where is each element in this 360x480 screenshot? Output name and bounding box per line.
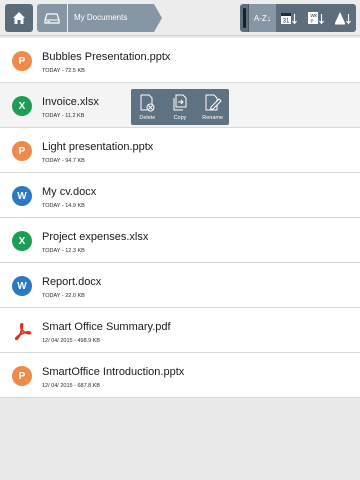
word-file-icon: W <box>12 276 32 296</box>
sort-size-icon <box>334 12 351 25</box>
excel-file-icon: X <box>12 96 32 116</box>
sort-bar: A-Z↓ 31 W X P <box>240 4 356 32</box>
home-icon <box>13 12 25 24</box>
sort-type-icon: W X P <box>307 12 324 25</box>
file-meta: 12/ 04/ 2015 - 498.9 KB <box>42 338 101 344</box>
breadcrumb-folder-label: My Documents <box>74 13 128 22</box>
file-row[interactable]: X Project expenses.xlsx TODAY - 12.3 KB <box>0 218 360 263</box>
file-row[interactable]: W My cv.docx TODAY - 14.9 KB <box>0 173 360 218</box>
file-row[interactable]: Smart Office Summary.pdf 12/ 04/ 2015 - … <box>0 308 360 353</box>
breadcrumb: My Documents <box>37 4 162 32</box>
file-name: Light presentation.pptx <box>42 141 154 153</box>
copy-button[interactable]: Copy <box>164 89 197 125</box>
file-name: Project expenses.xlsx <box>42 231 149 243</box>
powerpoint-file-icon: P <box>12 141 32 161</box>
file-meta: TODAY - 11.2 KB <box>42 113 85 119</box>
drive-icon <box>44 13 60 24</box>
rename-button[interactable]: Rename <box>196 89 229 125</box>
file-meta: 12/ 04/ 2015 - 687.8 KB <box>42 383 101 389</box>
excel-file-icon: X <box>12 231 32 251</box>
top-toolbar: My Documents A-Z↓ 31 W X P <box>0 0 360 36</box>
sort-date-label: 31 <box>283 19 290 25</box>
sort-size-button[interactable] <box>329 4 356 32</box>
sort-date-icon: 31 <box>281 13 298 25</box>
sort-alpha-icon: A-Z↓ <box>253 13 271 23</box>
file-meta: TODAY - 12.3 KB <box>42 248 85 254</box>
powerpoint-file-icon: P <box>12 51 32 71</box>
file-name: My cv.docx <box>42 186 97 198</box>
file-context-menu: Delete Copy Rename <box>131 89 229 125</box>
copy-label: Copy <box>173 114 187 121</box>
rename-icon <box>205 94 222 110</box>
file-meta: TODAY - 22.0 KB <box>42 293 85 299</box>
sort-alpha-button[interactable]: A-Z↓ <box>249 4 276 32</box>
file-meta: TODAY - 72.5 KB <box>42 68 85 74</box>
file-name: SmartOffice Introduction.pptx <box>42 366 185 378</box>
file-row[interactable]: P SmartOffice Introduction.pptx 12/ 04/ … <box>0 353 360 398</box>
file-row[interactable]: P Light presentation.pptx TODAY - 94.7 K… <box>0 128 360 173</box>
sort-date-button[interactable]: 31 <box>276 4 303 32</box>
rename-label: Rename <box>202 114 224 121</box>
file-name: Smart Office Summary.pdf <box>42 321 171 333</box>
home-button[interactable] <box>5 4 33 32</box>
delete-button[interactable]: Delete <box>131 89 164 125</box>
file-meta: TODAY - 14.9 KB <box>42 203 85 209</box>
drag-handle[interactable] <box>240 4 249 32</box>
file-name: Report.docx <box>42 276 102 288</box>
delete-icon <box>140 94 155 111</box>
file-name: Invoice.xlsx <box>42 96 99 108</box>
svg-text:X: X <box>314 13 317 18</box>
powerpoint-file-icon: P <box>12 366 32 386</box>
svg-text:P: P <box>310 19 313 24</box>
file-row[interactable]: W Report.docx TODAY - 22.0 KB <box>0 263 360 308</box>
word-file-icon: W <box>12 186 32 206</box>
delete-label: Delete <box>139 114 156 121</box>
breadcrumb-folder[interactable]: My Documents <box>68 4 162 32</box>
file-meta: TODAY - 94.7 KB <box>42 158 85 164</box>
file-name: Bubbles Presentation.pptx <box>42 51 171 63</box>
breadcrumb-drive[interactable] <box>37 4 67 32</box>
pdf-file-icon <box>12 321 32 341</box>
copy-icon <box>173 94 187 110</box>
file-row[interactable]: P Bubbles Presentation.pptx TODAY - 72.5… <box>0 38 360 83</box>
sort-type-button[interactable]: W X P <box>303 4 330 32</box>
